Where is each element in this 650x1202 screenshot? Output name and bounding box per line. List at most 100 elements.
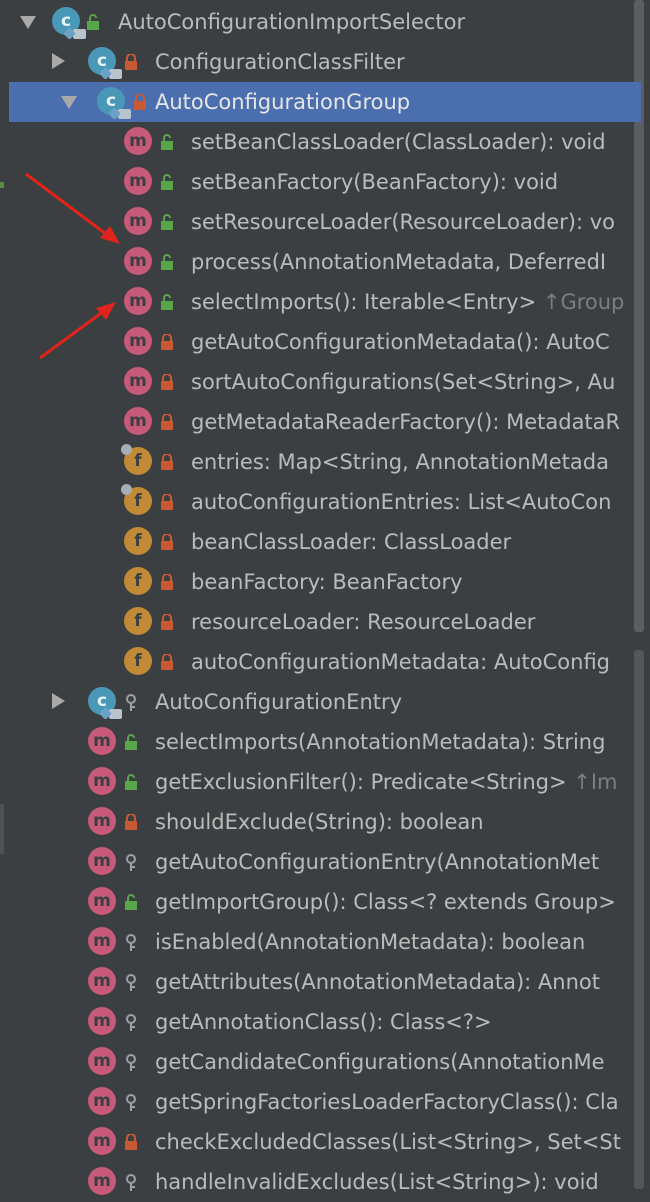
tree-node-label: beanClassLoader: ClassLoader	[191, 522, 511, 562]
tree-node-class[interactable]: c AutoConfigurationGroup	[9, 82, 641, 122]
tree-node-field[interactable]: f beanClassLoader: ClassLoader	[0, 522, 650, 562]
icon-letter: m	[129, 291, 147, 311]
node-signature: resourceLoader: ResourceLoader	[191, 610, 536, 634]
tree-node-label: handleInvalidExcludes(List<String>): voi…	[155, 1162, 599, 1202]
node-signature: getSpringFactoriesLoaderFactoryClass(): …	[155, 1090, 619, 1114]
collapse-arrow-right-icon[interactable]	[52, 693, 65, 709]
icon-letter: m	[129, 131, 147, 151]
node-signature: process(AnnotationMetadata, DeferredI	[191, 250, 607, 274]
node-signature: isEnabled(AnnotationMetadata): boolean	[155, 930, 586, 954]
expand-arrow-down-icon[interactable]	[61, 96, 77, 109]
tree-node-class[interactable]: c ConfigurationClassFilter	[0, 42, 650, 82]
tree-node-field[interactable]: f autoConfigurationMetadata: AutoConfig	[0, 642, 650, 682]
icon-letter: m	[129, 171, 147, 191]
tree-node-method[interactable]: m selectImports(AnnotationMetadata): Stri…	[0, 722, 650, 762]
tree-node-label: checkExcludedClasses(List<String>, Set<S…	[155, 1122, 621, 1162]
inherited-hint: ↑Group	[542, 290, 625, 314]
node-signature: getImportGroup(): Class<? extends Group>	[155, 890, 616, 914]
node-signature: getExclusionFilter(): Predicate<String>	[155, 770, 574, 794]
node-signature: getMetadataReaderFactory(): MetadataR	[191, 410, 621, 434]
public-visibility-icon	[160, 174, 174, 190]
tree-node-method[interactable]: m getAutoConfigurationEntry(AnnotationMet	[0, 842, 650, 882]
tree-node-label: setBeanClassLoader(ClassLoader): void	[191, 122, 606, 162]
tree-node-method[interactable]: m getAnnotationClass(): Class<?>	[0, 1002, 650, 1042]
tree-node-class[interactable]: c AutoConfigurationImportSelector	[0, 2, 650, 42]
tree-node-method[interactable]: m shouldExclude(String): boolean	[0, 802, 650, 842]
method-icon: m	[88, 727, 116, 755]
tree-node-label: getMetadataReaderFactory(): MetadataR	[191, 402, 620, 442]
icon-letter: m	[93, 1171, 111, 1191]
node-signature: handleInvalidExcludes(List<String>): voi…	[155, 1170, 599, 1194]
private-visibility-icon	[160, 454, 174, 470]
method-icon: m	[124, 407, 152, 435]
tree-node-label: shouldExclude(String): boolean	[155, 802, 484, 842]
icon-letter: m	[129, 371, 147, 391]
tree-node-label: isEnabled(AnnotationMetadata): boolean	[155, 922, 585, 962]
icon-letter: f	[134, 651, 142, 671]
icon-letter: m	[93, 851, 111, 871]
private-visibility-icon	[160, 654, 174, 670]
tree-node-field[interactable]: f resourceLoader: ResourceLoader	[0, 602, 650, 642]
method-icon: m	[124, 247, 152, 275]
package-visibility-icon	[124, 854, 138, 871]
tree-node-method[interactable]: m getImportGroup(): Class<? extends Group…	[0, 882, 650, 922]
tree-node-label: process(AnnotationMetadata, DeferredI	[191, 242, 606, 282]
tree-node-method[interactable]: m getAttributes(AnnotationMetadata): Anno…	[0, 962, 650, 1002]
public-visibility-icon	[160, 254, 174, 270]
tree-node-method[interactable]: m sortAutoConfigurations(Set<String>, Au	[0, 362, 650, 402]
node-signature: AutoConfigurationImportSelector	[118, 10, 466, 34]
public-visibility-icon	[160, 294, 174, 310]
tree-node-method[interactable]: m getSpringFactoriesLoaderFactoryClass():…	[0, 1082, 650, 1122]
icon-letter: f	[134, 571, 142, 591]
node-signature: sortAutoConfigurations(Set<String>, Au	[191, 370, 616, 394]
tree-node-label: getAnnotationClass(): Class<?>	[155, 1002, 492, 1042]
tree-node-method[interactable]: m isEnabled(AnnotationMetadata): boolean	[0, 922, 650, 962]
tree-node-method[interactable]: m handleInvalidExcludes(List<String>): vo…	[0, 1162, 650, 1202]
tree-node-method[interactable]: m getMetadataReaderFactory(): MetadataR	[0, 402, 650, 442]
node-signature: beanClassLoader: ClassLoader	[191, 530, 512, 554]
tree-node-field[interactable]: f beanFactory: BeanFactory	[0, 562, 650, 602]
tree-node-method[interactable]: m getExclusionFilter(): Predicate<String>…	[0, 762, 650, 802]
package-visibility-icon	[124, 1174, 138, 1191]
node-signature: AutoConfigurationGroup	[155, 90, 411, 114]
node-signature: setResourceLoader(ResourceLoader): vo	[191, 210, 615, 234]
field-icon: f	[121, 484, 152, 515]
tree-node-method[interactable]: m setBeanClassLoader(ClassLoader): void	[0, 122, 650, 162]
tree-node-label: autoConfigurationMetadata: AutoConfig	[191, 642, 610, 682]
method-icon: m	[124, 127, 152, 155]
tree-node-method[interactable]: m process(AnnotationMetadata, DeferredI	[0, 242, 650, 282]
public-visibility-icon	[124, 734, 138, 750]
tree-node-label: entries: Map<String, AnnotationMetada	[191, 442, 609, 482]
package-visibility-icon	[124, 1014, 138, 1031]
class-icon: c	[52, 7, 86, 40]
public-visibility-icon	[160, 214, 174, 230]
method-icon: m	[124, 367, 152, 395]
private-visibility-icon	[124, 1134, 138, 1150]
collapse-arrow-right-icon[interactable]	[52, 53, 65, 69]
method-icon: m	[124, 287, 152, 315]
tree-node-label: AutoConfigurationEntry	[155, 682, 402, 722]
node-signature: AutoConfigurationEntry	[155, 690, 403, 714]
icon-letter: m	[93, 1051, 111, 1071]
annotation-arrow-lower	[39, 302, 116, 360]
tree-node-field[interactable]: f entries: Map<String, AnnotationMetada	[0, 442, 650, 482]
tree-node-field[interactable]: f autoConfigurationEntries: List<AutoCon	[0, 482, 650, 522]
icon-letter: m	[129, 331, 147, 351]
tree-node-label: selectImports(): Iterable<Entry> ↑Group	[191, 282, 624, 322]
tree-node-class[interactable]: c AutoConfigurationEntry	[0, 682, 650, 722]
tree-node-method[interactable]: m checkExcludedClasses(List<String>, Set<…	[0, 1122, 650, 1162]
tree-node-label: resourceLoader: ResourceLoader	[191, 602, 535, 642]
expand-arrow-down-icon[interactable]	[20, 16, 36, 29]
icon-letter: f	[134, 611, 142, 631]
node-signature: shouldExclude(String): boolean	[155, 810, 484, 834]
icon-letter: m	[129, 411, 147, 431]
icon-letter: f	[134, 451, 142, 471]
icon-letter: m	[93, 731, 111, 751]
package-visibility-icon	[124, 1094, 138, 1111]
tree-node-label: getImportGroup(): Class<? extends Group>	[155, 882, 616, 922]
tree-node-method[interactable]: m getCandidateConfigurations(AnnotationMe	[0, 1042, 650, 1082]
node-signature: setBeanClassLoader(ClassLoader): void	[191, 130, 606, 154]
package-visibility-icon	[124, 974, 138, 991]
node-signature: getAnnotationClass(): Class<?>	[155, 1010, 492, 1034]
method-icon: m	[88, 887, 116, 915]
